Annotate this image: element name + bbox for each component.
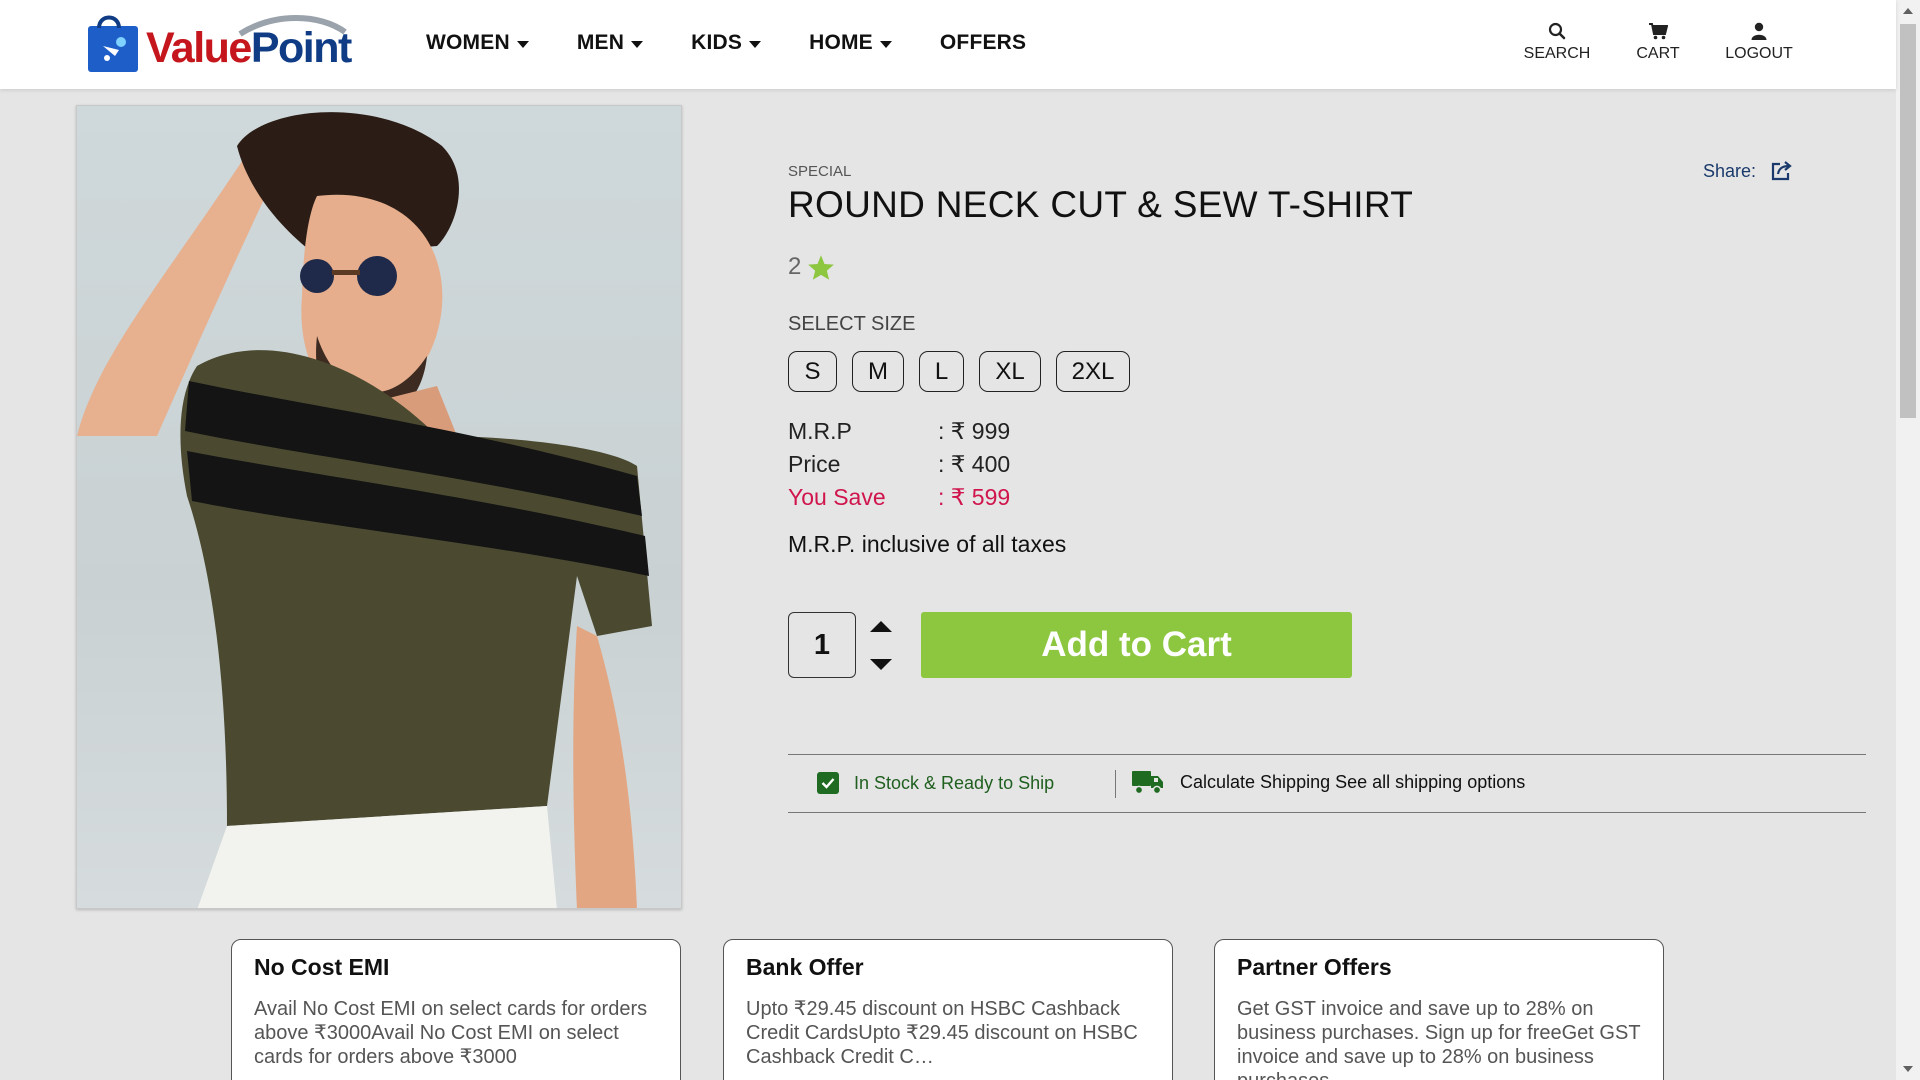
you-save-label: You Save: [788, 484, 886, 510]
share-label: Share:: [1703, 160, 1757, 181]
size-option-xl[interactable]: XL: [979, 351, 1041, 392]
page-scrollbar[interactable]: [1896, 0, 1920, 1080]
price-table: M.R.P : ₹ 999 Price : ₹ 400 You Save : ₹…: [788, 415, 1010, 514]
shipping-label: Calculate Shipping See all shipping opti…: [1180, 771, 1526, 792]
truck-icon: [1132, 771, 1163, 795]
nav-men-label: MEN: [576, 31, 625, 54]
offer-text: Upto ₹29.45 discount on HSBC Cashback Cr…: [746, 998, 1138, 1068]
mrp-row: M.R.P : ₹ 999: [788, 415, 1010, 448]
shipping-divider: [1115, 770, 1116, 798]
mrp-value: : ₹ 999: [938, 418, 1011, 444]
nav-offers-label: OFFERS: [939, 31, 1027, 54]
main-nav: WOMEN MEN KIDS HOME OFFERS: [426, 31, 1074, 55]
size-selector: S M L XL 2XL: [788, 351, 1145, 392]
nav-home-label: HOME: [809, 31, 873, 54]
scrollbar-thumb[interactable]: [1900, 24, 1916, 418]
user-icon: [1751, 22, 1767, 40]
quantity-increase-icon[interactable]: [870, 621, 892, 632]
model-wearing-tshirt-illustration: [77, 112, 652, 908]
product-image[interactable]: [76, 105, 682, 909]
stock-label: In Stock & Ready to Ship: [854, 772, 1055, 793]
offer-text: Get GST invoice and save up to 28% on bu…: [1237, 998, 1641, 1080]
scroll-down-arrow-icon[interactable]: [1903, 1066, 1913, 1072]
size-option-l[interactable]: L: [919, 351, 964, 392]
nav-kids-label: KIDS: [691, 31, 743, 54]
search-icon: [1548, 22, 1566, 40]
caret-down-icon: [879, 40, 892, 48]
rating-value: 2: [788, 253, 802, 280]
offer-text: Avail No Cost EMI on select cards for or…: [254, 998, 648, 1068]
nav-offers[interactable]: OFFERS: [940, 31, 1026, 55]
offer-card-bank-offer[interactable]: Bank Offer Upto ₹29.45 discount on HSBC …: [723, 939, 1173, 1080]
nav-home[interactable]: HOME: [809, 31, 892, 55]
add-to-cart-button[interactable]: Add to Cart: [921, 612, 1352, 678]
logout-button[interactable]: LOGOUT: [1718, 20, 1800, 63]
share-icon: [1771, 161, 1792, 181]
logo-text-second: Point: [250, 24, 352, 72]
site-header: ValuePoint WOMEN MEN KIDS HOME OFFERS SE…: [0, 0, 1896, 89]
size-option-m[interactable]: M: [852, 351, 904, 392]
caret-down-icon: [631, 40, 644, 48]
caret-down-icon: [749, 40, 762, 48]
checkbox-checked-icon: [817, 772, 839, 794]
logo-text-first: Value: [146, 24, 252, 72]
product-badge: SPECIAL: [788, 163, 852, 180]
scroll-up-arrow-icon[interactable]: [1903, 8, 1913, 14]
product-title: ROUND NECK CUT & SEW T-SHIRT: [788, 184, 1414, 225]
valuepoint-logo[interactable]: ValuePoint: [85, 12, 367, 74]
search-button[interactable]: SEARCH: [1514, 20, 1600, 63]
nav-women-label: WOMEN: [426, 31, 510, 54]
nav-men[interactable]: MEN: [576, 31, 644, 55]
offer-card-no-cost-emi[interactable]: No Cost EMI Avail No Cost EMI on select …: [231, 939, 681, 1080]
offer-title: Partner Offers: [1237, 954, 1392, 980]
product-rating: 2: [788, 253, 835, 281]
search-label: SEARCH: [1523, 45, 1591, 62]
price-row: Price : ₹ 400: [788, 448, 1010, 481]
star-icon: [808, 254, 835, 280]
offer-title: No Cost EMI: [254, 954, 390, 980]
size-option-s[interactable]: S: [788, 351, 837, 392]
stock-status: In Stock & Ready to Ship: [817, 772, 1054, 794]
quantity-input[interactable]: 1: [788, 612, 856, 678]
quantity-decrease-icon[interactable]: [870, 659, 892, 670]
mrp-label: M.R.P: [788, 418, 852, 444]
offer-card-partner-offers[interactable]: Partner Offers Get GST invoice and save …: [1214, 939, 1664, 1080]
size-option-2xl[interactable]: 2XL: [1056, 351, 1130, 392]
logout-label: LOGOUT: [1725, 45, 1793, 62]
nav-women[interactable]: WOMEN: [426, 31, 529, 55]
cart-icon: [1649, 23, 1668, 40]
you-save-value: : ₹ 599: [938, 484, 1011, 510]
cart-button[interactable]: CART: [1630, 20, 1686, 63]
price-label: Price: [788, 451, 841, 477]
shopping-bag-logo-icon: [88, 15, 138, 72]
logo-wordmark: ValuePoint: [146, 24, 352, 72]
select-size-label: SELECT SIZE: [788, 313, 916, 335]
calculate-shipping-link[interactable]: Calculate Shipping See all shipping opti…: [1131, 769, 1525, 795]
nav-kids[interactable]: KIDS: [691, 31, 762, 55]
tax-note: M.R.P. inclusive of all taxes: [788, 531, 1067, 557]
you-save-row: You Save : ₹ 599: [788, 481, 1010, 514]
cart-label: CART: [1636, 45, 1680, 62]
price-value: : ₹ 400: [938, 451, 1011, 477]
shipping-info-bar: In Stock & Ready to Ship Calculate Shipp…: [788, 754, 1866, 813]
offer-title: Bank Offer: [746, 954, 864, 980]
share-button[interactable]: Share:: [1703, 160, 1794, 182]
caret-down-icon: [516, 40, 529, 48]
